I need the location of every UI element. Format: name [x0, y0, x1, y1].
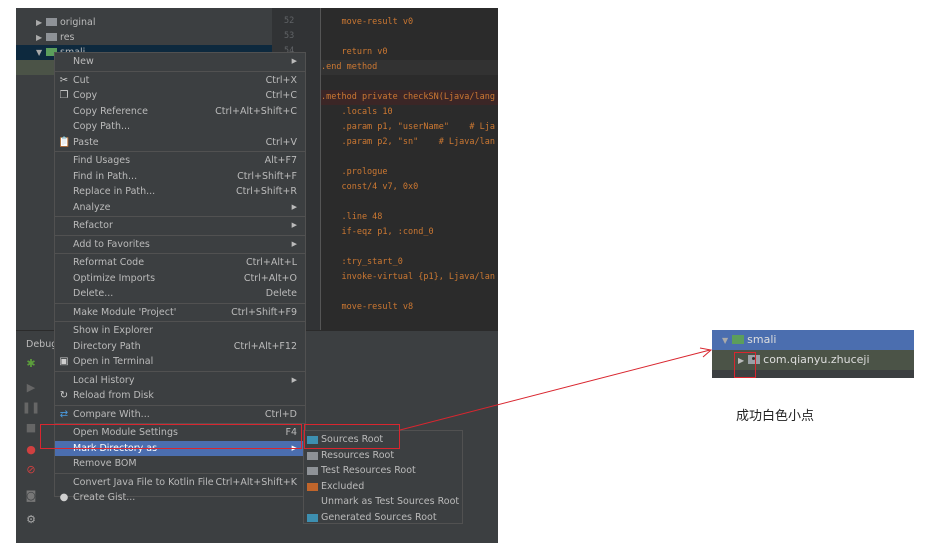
collapse-arrow-icon: ▼ — [722, 336, 729, 345]
inset-smali-row: ▼ smali — [712, 330, 914, 350]
highlight-box-dot — [734, 352, 756, 378]
annotation-arrow — [399, 347, 713, 431]
arrow-line — [399, 349, 711, 431]
folder-icon — [731, 335, 744, 344]
annotation-note: 成功白色小点 — [736, 409, 815, 424]
result-inset: ▼ smali ▶ com.qianyu.zhuceji — [712, 330, 914, 378]
